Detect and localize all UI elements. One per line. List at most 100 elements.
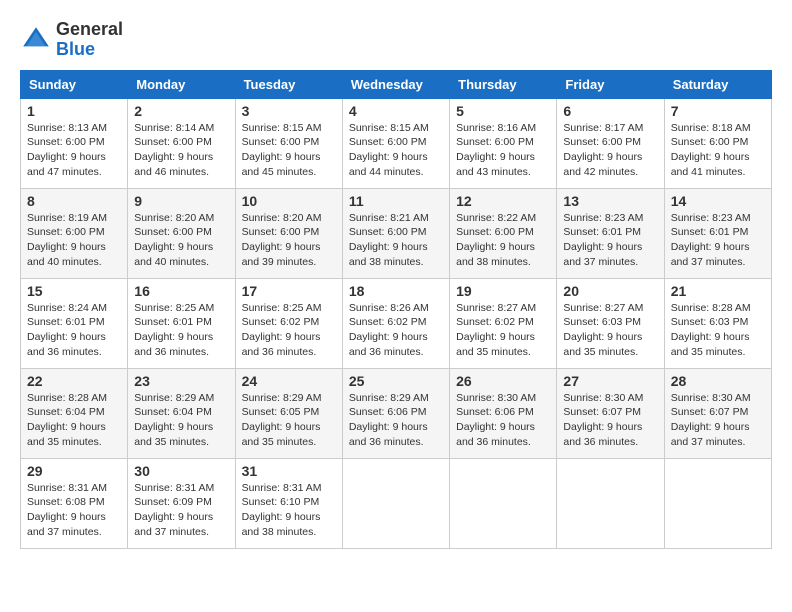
day-info: Sunrise: 8:31 AM Sunset: 6:10 PM Dayligh… xyxy=(242,481,336,540)
day-number: 14 xyxy=(671,193,765,209)
day-info: Sunrise: 8:27 AM Sunset: 6:03 PM Dayligh… xyxy=(563,301,657,360)
day-info: Sunrise: 8:30 AM Sunset: 6:06 PM Dayligh… xyxy=(456,391,550,450)
day-number: 31 xyxy=(242,463,336,479)
calendar-cell xyxy=(664,458,771,548)
calendar-cell xyxy=(342,458,449,548)
day-number: 29 xyxy=(27,463,121,479)
day-number: 27 xyxy=(563,373,657,389)
calendar-cell: 5 Sunrise: 8:16 AM Sunset: 6:00 PM Dayli… xyxy=(450,98,557,188)
logo-general: General xyxy=(56,20,123,40)
day-info: Sunrise: 8:14 AM Sunset: 6:00 PM Dayligh… xyxy=(134,121,228,180)
calendar-cell: 22 Sunrise: 8:28 AM Sunset: 6:04 PM Dayl… xyxy=(21,368,128,458)
day-info: Sunrise: 8:19 AM Sunset: 6:00 PM Dayligh… xyxy=(27,211,121,270)
day-number: 20 xyxy=(563,283,657,299)
day-info: Sunrise: 8:29 AM Sunset: 6:04 PM Dayligh… xyxy=(134,391,228,450)
day-number: 18 xyxy=(349,283,443,299)
day-info: Sunrise: 8:30 AM Sunset: 6:07 PM Dayligh… xyxy=(563,391,657,450)
calendar-cell: 16 Sunrise: 8:25 AM Sunset: 6:01 PM Dayl… xyxy=(128,278,235,368)
day-info: Sunrise: 8:31 AM Sunset: 6:08 PM Dayligh… xyxy=(27,481,121,540)
calendar-cell: 23 Sunrise: 8:29 AM Sunset: 6:04 PM Dayl… xyxy=(128,368,235,458)
calendar-cell: 12 Sunrise: 8:22 AM Sunset: 6:00 PM Dayl… xyxy=(450,188,557,278)
day-number: 11 xyxy=(349,193,443,209)
day-info: Sunrise: 8:15 AM Sunset: 6:00 PM Dayligh… xyxy=(349,121,443,180)
day-info: Sunrise: 8:22 AM Sunset: 6:00 PM Dayligh… xyxy=(456,211,550,270)
day-info: Sunrise: 8:28 AM Sunset: 6:04 PM Dayligh… xyxy=(27,391,121,450)
calendar-cell: 6 Sunrise: 8:17 AM Sunset: 6:00 PM Dayli… xyxy=(557,98,664,188)
calendar-cell: 7 Sunrise: 8:18 AM Sunset: 6:00 PM Dayli… xyxy=(664,98,771,188)
day-number: 19 xyxy=(456,283,550,299)
day-info: Sunrise: 8:25 AM Sunset: 6:01 PM Dayligh… xyxy=(134,301,228,360)
calendar-cell: 4 Sunrise: 8:15 AM Sunset: 6:00 PM Dayli… xyxy=(342,98,449,188)
calendar-cell: 17 Sunrise: 8:25 AM Sunset: 6:02 PM Dayl… xyxy=(235,278,342,368)
weekday-header-wednesday: Wednesday xyxy=(342,70,449,98)
calendar-cell xyxy=(450,458,557,548)
day-info: Sunrise: 8:13 AM Sunset: 6:00 PM Dayligh… xyxy=(27,121,121,180)
calendar-cell: 2 Sunrise: 8:14 AM Sunset: 6:00 PM Dayli… xyxy=(128,98,235,188)
calendar-cell: 18 Sunrise: 8:26 AM Sunset: 6:02 PM Dayl… xyxy=(342,278,449,368)
day-info: Sunrise: 8:18 AM Sunset: 6:00 PM Dayligh… xyxy=(671,121,765,180)
day-number: 13 xyxy=(563,193,657,209)
day-info: Sunrise: 8:15 AM Sunset: 6:00 PM Dayligh… xyxy=(242,121,336,180)
logo-icon xyxy=(20,24,52,56)
calendar-cell: 24 Sunrise: 8:29 AM Sunset: 6:05 PM Dayl… xyxy=(235,368,342,458)
calendar-cell: 8 Sunrise: 8:19 AM Sunset: 6:00 PM Dayli… xyxy=(21,188,128,278)
calendar-cell: 27 Sunrise: 8:30 AM Sunset: 6:07 PM Dayl… xyxy=(557,368,664,458)
calendar-cell: 1 Sunrise: 8:13 AM Sunset: 6:00 PM Dayli… xyxy=(21,98,128,188)
day-number: 8 xyxy=(27,193,121,209)
day-info: Sunrise: 8:25 AM Sunset: 6:02 PM Dayligh… xyxy=(242,301,336,360)
day-info: Sunrise: 8:30 AM Sunset: 6:07 PM Dayligh… xyxy=(671,391,765,450)
calendar-cell: 9 Sunrise: 8:20 AM Sunset: 6:00 PM Dayli… xyxy=(128,188,235,278)
day-info: Sunrise: 8:24 AM Sunset: 6:01 PM Dayligh… xyxy=(27,301,121,360)
day-number: 12 xyxy=(456,193,550,209)
day-number: 16 xyxy=(134,283,228,299)
page-header: General Blue xyxy=(20,20,772,60)
day-number: 15 xyxy=(27,283,121,299)
calendar-cell: 30 Sunrise: 8:31 AM Sunset: 6:09 PM Dayl… xyxy=(128,458,235,548)
calendar-cell: 14 Sunrise: 8:23 AM Sunset: 6:01 PM Dayl… xyxy=(664,188,771,278)
day-number: 30 xyxy=(134,463,228,479)
weekday-header-friday: Friday xyxy=(557,70,664,98)
calendar-cell: 29 Sunrise: 8:31 AM Sunset: 6:08 PM Dayl… xyxy=(21,458,128,548)
calendar-cell: 20 Sunrise: 8:27 AM Sunset: 6:03 PM Dayl… xyxy=(557,278,664,368)
day-info: Sunrise: 8:29 AM Sunset: 6:06 PM Dayligh… xyxy=(349,391,443,450)
calendar-cell: 31 Sunrise: 8:31 AM Sunset: 6:10 PM Dayl… xyxy=(235,458,342,548)
day-info: Sunrise: 8:29 AM Sunset: 6:05 PM Dayligh… xyxy=(242,391,336,450)
day-number: 26 xyxy=(456,373,550,389)
weekday-header-monday: Monday xyxy=(128,70,235,98)
day-number: 25 xyxy=(349,373,443,389)
day-number: 2 xyxy=(134,103,228,119)
weekday-header-saturday: Saturday xyxy=(664,70,771,98)
day-info: Sunrise: 8:31 AM Sunset: 6:09 PM Dayligh… xyxy=(134,481,228,540)
day-info: Sunrise: 8:26 AM Sunset: 6:02 PM Dayligh… xyxy=(349,301,443,360)
day-info: Sunrise: 8:21 AM Sunset: 6:00 PM Dayligh… xyxy=(349,211,443,270)
day-number: 24 xyxy=(242,373,336,389)
day-info: Sunrise: 8:27 AM Sunset: 6:02 PM Dayligh… xyxy=(456,301,550,360)
weekday-header-sunday: Sunday xyxy=(21,70,128,98)
day-number: 1 xyxy=(27,103,121,119)
day-info: Sunrise: 8:23 AM Sunset: 6:01 PM Dayligh… xyxy=(563,211,657,270)
calendar-cell: 15 Sunrise: 8:24 AM Sunset: 6:01 PM Dayl… xyxy=(21,278,128,368)
day-info: Sunrise: 8:20 AM Sunset: 6:00 PM Dayligh… xyxy=(242,211,336,270)
day-info: Sunrise: 8:16 AM Sunset: 6:00 PM Dayligh… xyxy=(456,121,550,180)
logo-blue: Blue xyxy=(56,40,123,60)
day-number: 17 xyxy=(242,283,336,299)
day-number: 10 xyxy=(242,193,336,209)
day-number: 3 xyxy=(242,103,336,119)
weekday-header-thursday: Thursday xyxy=(450,70,557,98)
day-number: 21 xyxy=(671,283,765,299)
calendar-cell: 19 Sunrise: 8:27 AM Sunset: 6:02 PM Dayl… xyxy=(450,278,557,368)
weekday-header-tuesday: Tuesday xyxy=(235,70,342,98)
calendar-cell: 25 Sunrise: 8:29 AM Sunset: 6:06 PM Dayl… xyxy=(342,368,449,458)
calendar-cell: 26 Sunrise: 8:30 AM Sunset: 6:06 PM Dayl… xyxy=(450,368,557,458)
day-number: 4 xyxy=(349,103,443,119)
day-number: 5 xyxy=(456,103,550,119)
logo: General Blue xyxy=(20,20,123,60)
day-number: 6 xyxy=(563,103,657,119)
day-info: Sunrise: 8:17 AM Sunset: 6:00 PM Dayligh… xyxy=(563,121,657,180)
day-number: 23 xyxy=(134,373,228,389)
day-number: 9 xyxy=(134,193,228,209)
calendar-cell xyxy=(557,458,664,548)
day-number: 22 xyxy=(27,373,121,389)
calendar-cell: 13 Sunrise: 8:23 AM Sunset: 6:01 PM Dayl… xyxy=(557,188,664,278)
day-info: Sunrise: 8:20 AM Sunset: 6:00 PM Dayligh… xyxy=(134,211,228,270)
